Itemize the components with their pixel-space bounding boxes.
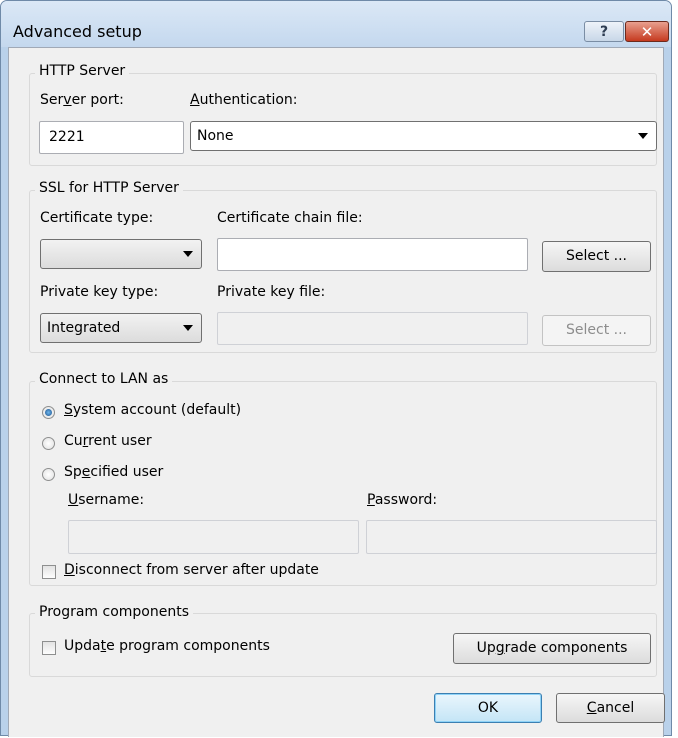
upgrade-components-button[interactable]: Upgrade components [453,633,651,664]
certificate-chain-label: Certificate chain file: [217,210,363,226]
certificate-chain-input[interactable] [217,238,528,271]
chevron-down-icon [183,325,193,331]
ok-button[interactable]: OK [434,693,542,723]
disconnect-label[interactable]: Disconnect from server after update [64,562,319,578]
http-server-group-label: HTTP Server [35,63,130,79]
password-input[interactable] [366,520,657,554]
program-components-group-label: Program components [35,604,194,620]
server-port-label: Server port: [40,92,124,108]
private-key-type-label: Private key type: [40,284,159,300]
update-components-checkbox[interactable] [42,641,56,655]
system-account-label[interactable]: System account (default) [64,402,241,418]
lan-group-label: Connect to LAN as [35,371,173,387]
server-port-input[interactable]: 2221 [39,121,184,154]
private-key-file-label: Private key file: [217,284,326,300]
certificate-chain-select-button[interactable]: Select ... [542,241,651,272]
disconnect-checkbox[interactable] [42,565,56,579]
authentication-select[interactable]: None [190,121,657,151]
ssl-group-label: SSL for HTTP Server [35,180,183,196]
help-icon: ? [599,23,609,40]
specified-user-radio[interactable] [42,468,55,481]
current-user-label[interactable]: Current user [64,433,152,449]
system-account-radio[interactable] [42,406,55,419]
certificate-type-select[interactable] [40,239,202,269]
chevron-down-icon [638,133,648,139]
close-button[interactable]: ✕ [625,21,669,42]
certificate-type-label: Certificate type: [40,210,154,226]
password-label: Password: [367,492,438,508]
help-button[interactable]: ? [584,21,624,42]
private-key-select-button[interactable]: Select ... [542,315,651,346]
dialog-body: HTTP Server Server port: 2221 Authentica… [8,47,665,737]
authentication-value: None [197,128,234,144]
title-bar[interactable]: Advanced setup ? ✕ [1,1,671,47]
specified-user-label[interactable]: Specified user [64,464,163,480]
update-components-label[interactable]: Update program components [64,638,270,654]
cancel-button[interactable]: Cancel [556,693,665,723]
current-user-radio[interactable] [42,437,55,450]
chevron-down-icon [183,251,193,257]
close-icon: ✕ [640,22,654,41]
private-key-type-select[interactable]: Integrated [40,313,202,343]
private-key-type-value: Integrated [47,320,121,336]
authentication-label: Authentication: [190,92,298,108]
private-key-file-input[interactable] [217,312,528,345]
username-label: Username: [68,492,145,508]
advanced-setup-dialog: Advanced setup ? ✕ HTTP Server Server po… [0,0,672,737]
window-title: Advanced setup [13,22,142,41]
username-input[interactable] [68,520,359,554]
